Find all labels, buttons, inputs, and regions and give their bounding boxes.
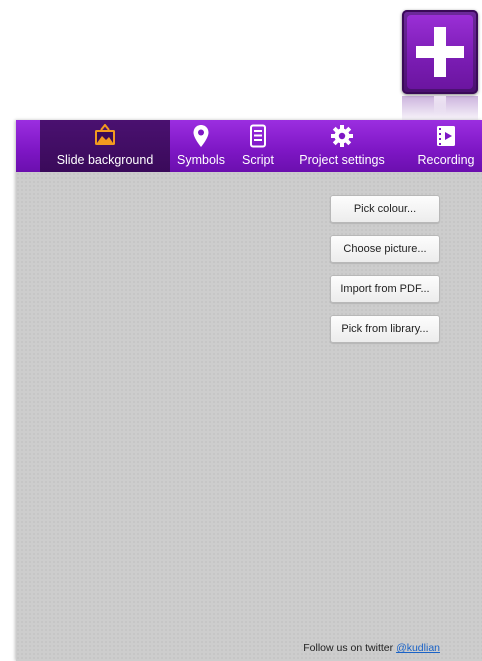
footer-text: Follow us on twitter [303, 642, 397, 654]
tab-project-settings[interactable]: Project settings [284, 120, 400, 172]
document-icon [245, 123, 271, 149]
twitter-link[interactable]: @kudlian [396, 642, 440, 654]
choose-picture-button[interactable]: Choose picture... [330, 235, 440, 263]
tab-label: Recording [417, 153, 475, 167]
footer: Follow us on twitter @kudlian [16, 642, 482, 654]
pick-colour-button[interactable]: Pick colour... [330, 195, 440, 223]
tab-label: Script [242, 153, 274, 167]
pick-from-library-button[interactable]: Pick from library... [330, 315, 440, 343]
tab-slide-background[interactable]: Slide background [40, 120, 170, 172]
tab-symbols[interactable]: Symbols [170, 120, 232, 172]
picture-frame-icon [92, 123, 118, 149]
toolbar: Slide background Symbols Script Project … [16, 120, 482, 172]
tab-script[interactable]: Script [232, 120, 284, 172]
gear-icon [329, 123, 355, 149]
map-pin-icon [188, 123, 214, 149]
tab-label: Project settings [299, 153, 385, 167]
app-window: Slide background Symbols Script Project … [0, 0, 482, 661]
film-icon [433, 123, 459, 149]
tab-label: Slide background [56, 153, 154, 167]
import-pdf-button[interactable]: Import from PDF... [330, 275, 440, 303]
add-button[interactable] [402, 10, 478, 94]
add-logo [400, 8, 482, 128]
plus-icon [407, 15, 473, 89]
settings-panel: Slide background Symbols Script Project … [16, 120, 482, 661]
tab-recording[interactable]: Recording [406, 120, 482, 172]
background-actions: Pick colour... Choose picture... Import … [330, 195, 440, 355]
tab-label: Symbols [177, 153, 225, 167]
